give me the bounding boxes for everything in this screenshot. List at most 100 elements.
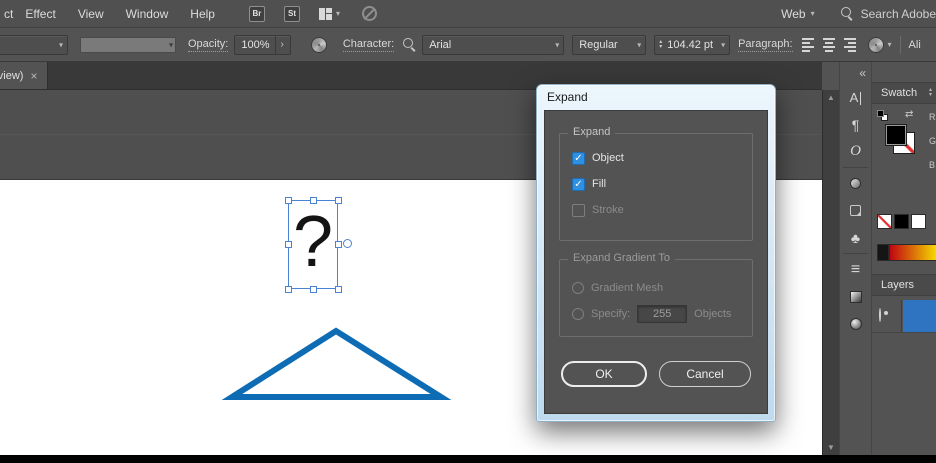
swatches-tab-label: Swatch xyxy=(881,87,917,99)
document-tab[interactable]: review) × xyxy=(0,62,48,89)
cancel-button[interactable]: Cancel xyxy=(659,361,751,387)
bridge-badge[interactable]: Br xyxy=(249,6,265,22)
specify-label[interactable]: Specify: xyxy=(591,308,630,320)
ok-button[interactable]: OK xyxy=(561,361,647,387)
layers-panel-tab[interactable]: Layers xyxy=(872,274,936,296)
selection-handle-bottom-left[interactable] xyxy=(285,286,292,293)
close-tab-icon[interactable]: × xyxy=(30,69,37,83)
fill-checkbox-label[interactable]: Fill xyxy=(592,178,606,190)
graphic-styles-panel-icon xyxy=(850,205,861,216)
fill-color-proxy[interactable] xyxy=(885,124,907,146)
selection-handle-middle-left[interactable] xyxy=(285,241,292,248)
document-tab-label: review) xyxy=(0,70,23,82)
menu-item-truncated[interactable]: ct xyxy=(4,7,13,21)
character-panel-button[interactable]: A xyxy=(840,84,871,111)
transparency-panel-button[interactable] xyxy=(840,310,871,337)
graphic-styles-panel-button[interactable] xyxy=(840,197,871,224)
triangle-shape[interactable] xyxy=(232,331,441,397)
selection-handle-top-right[interactable] xyxy=(335,197,342,204)
align-right-button[interactable] xyxy=(840,37,858,53)
right-panel-column: Swatch ▴▾ ⇄ R G B Layers xyxy=(871,62,936,455)
vertical-scrollbar[interactable]: ▲ ▼ xyxy=(822,90,839,455)
symbols-panel-icon: ♣ xyxy=(851,230,860,246)
swatches-panel-tab[interactable]: Swatch ▴▾ xyxy=(872,82,936,104)
stock-badge[interactable]: St xyxy=(284,6,300,22)
arrange-documents-button[interactable]: ▾ xyxy=(319,8,340,20)
stroke-panel-button[interactable]: ≡ xyxy=(840,256,871,283)
gradient-stop-swatch[interactable] xyxy=(877,244,889,261)
dialog-title: Expand xyxy=(547,90,588,104)
object-checkbox-label[interactable]: Object xyxy=(592,152,624,164)
stepper-down-icon[interactable]: ▾ xyxy=(659,45,662,50)
stroke-checkbox-label[interactable]: Stroke xyxy=(592,204,624,216)
white-swatch[interactable] xyxy=(911,214,926,229)
expand-group-label: Expand xyxy=(568,126,615,138)
layer-visibility-toggle[interactable] xyxy=(879,309,881,321)
selection-handle-bottom-right[interactable] xyxy=(335,286,342,293)
object-checkbox[interactable]: ✓ xyxy=(572,152,585,165)
font-style-combo[interactable]: Regular ▾ xyxy=(572,35,646,55)
align-trailing-label[interactable]: Ali xyxy=(909,39,921,51)
recolor-artwork-button[interactable]: ▾ xyxy=(868,37,892,53)
none-swatch[interactable] xyxy=(877,214,892,229)
expand-dialog: Expand Expand ✓ Object ✓ Fill xyxy=(536,84,776,422)
specify-objects-input[interactable]: 255 xyxy=(637,305,687,323)
symbols-panel-button[interactable]: ♣ xyxy=(840,224,871,251)
check-icon: ✓ xyxy=(574,153,582,164)
color-wheel-icon[interactable] xyxy=(311,37,327,53)
gradient-group-label: Expand Gradient To xyxy=(568,252,675,264)
chevron-down-icon: ▾ xyxy=(721,40,725,49)
stroke-checkbox[interactable] xyxy=(572,204,585,217)
selection-handle-top-left[interactable] xyxy=(285,197,292,204)
check-icon: ✓ xyxy=(574,179,582,190)
rotate-handle[interactable] xyxy=(343,239,352,248)
fill-checkbox[interactable]: ✓ xyxy=(572,178,585,191)
align-center-button[interactable] xyxy=(820,37,838,53)
paragraph-label[interactable]: Paragraph: xyxy=(738,38,792,52)
menu-item-window[interactable]: Window xyxy=(126,7,169,21)
opentype-panel-button[interactable]: O xyxy=(840,138,871,165)
eye-icon xyxy=(879,308,881,322)
opacity-label[interactable]: Opacity: xyxy=(188,38,228,52)
font-size-value: 104.42 pt xyxy=(667,39,713,51)
variable-width-combo[interactable]: ▾ xyxy=(0,35,68,55)
gradient-ramp[interactable] xyxy=(889,244,936,261)
paragraph-panel-button[interactable]: ¶ xyxy=(840,111,871,138)
appearance-panel-button[interactable] xyxy=(840,170,871,197)
black-swatch[interactable] xyxy=(894,214,909,229)
selected-layer-row[interactable] xyxy=(903,300,936,332)
menu-bar: ct Effect View Window Help Br St ▾ Web ▾… xyxy=(0,0,936,28)
selection-handle-middle-right[interactable] xyxy=(335,241,342,248)
font-family-combo[interactable]: Arial ▾ xyxy=(422,35,564,55)
gradient-mesh-label[interactable]: Gradient Mesh xyxy=(591,282,663,294)
collapse-panels-icon: « xyxy=(859,66,866,80)
paragraph-align-group xyxy=(800,37,858,53)
font-size-stepper[interactable]: ▴ ▾ 104.42 pt ▾ xyxy=(654,35,730,55)
menu-item-help[interactable]: Help xyxy=(190,7,215,21)
search-icon xyxy=(841,7,854,20)
workspace-switcher[interactable]: Web ▾ xyxy=(781,7,814,21)
scroll-down-icon[interactable]: ▼ xyxy=(827,443,835,452)
align-left-button[interactable] xyxy=(800,37,818,53)
specify-radio[interactable] xyxy=(572,308,584,320)
default-colors-icon[interactable] xyxy=(877,110,888,121)
gradient-panel-button[interactable] xyxy=(840,283,871,310)
gradient-panel-icon xyxy=(850,291,862,303)
menu-item-view[interactable]: View xyxy=(78,7,104,21)
scroll-up-icon[interactable]: ▲ xyxy=(827,93,835,102)
menu-item-effect[interactable]: Effect xyxy=(25,7,55,21)
search-adobe-field[interactable]: Search Adobe xyxy=(841,7,936,21)
font-style-value: Regular xyxy=(579,39,618,51)
expand-gradient-group: Expand Gradient To Gradient Mesh Specify… xyxy=(559,259,753,337)
collapse-panels-button[interactable]: « xyxy=(840,62,871,84)
opacity-combo[interactable]: 100% › xyxy=(234,35,290,55)
layers-tab-label: Layers xyxy=(881,279,914,291)
selection-handle-bottom-middle[interactable] xyxy=(310,286,317,293)
font-search-icon[interactable] xyxy=(403,38,416,51)
panel-collapse-icon[interactable]: ▴▾ xyxy=(929,88,932,98)
selection-handle-top-middle[interactable] xyxy=(310,197,317,204)
character-label[interactable]: Character: xyxy=(343,38,394,52)
stepper-arrows-icon[interactable]: ▴ ▾ xyxy=(659,40,662,50)
gradient-mesh-radio[interactable] xyxy=(572,282,584,294)
swap-colors-icon[interactable]: ⇄ xyxy=(905,109,913,120)
